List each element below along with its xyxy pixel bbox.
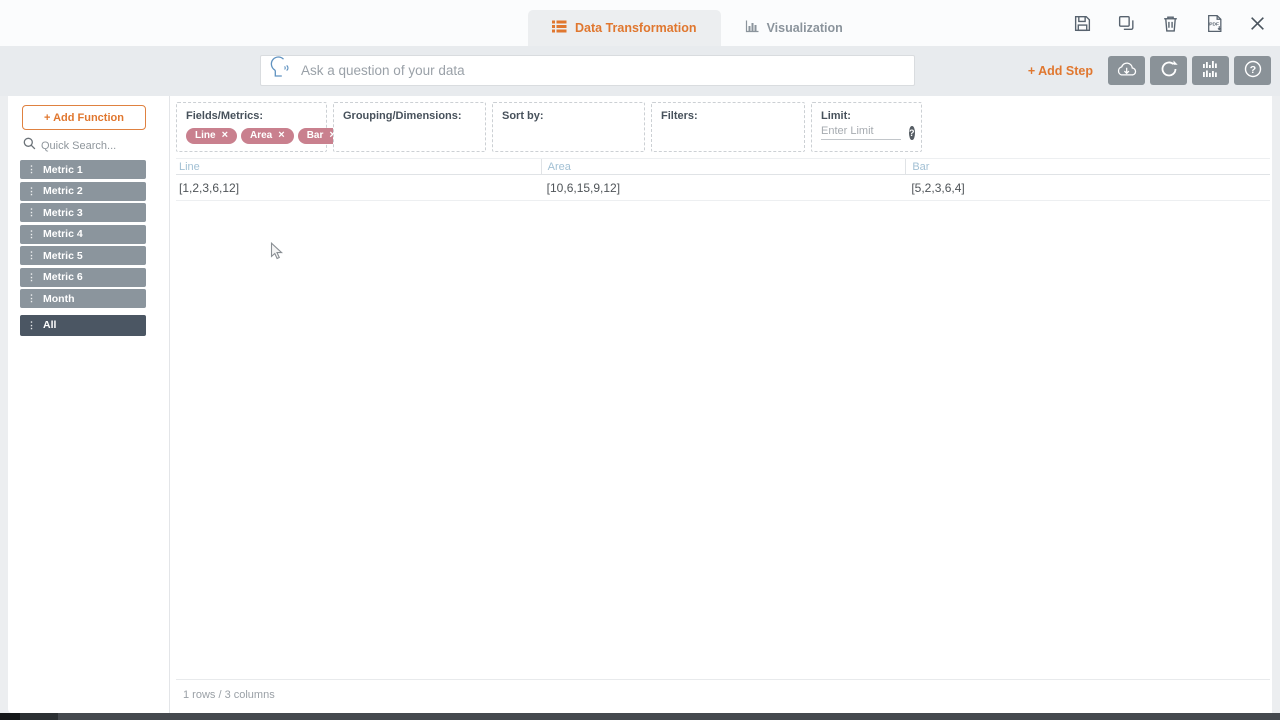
histogram-icon <box>1201 60 1221 81</box>
limit-box: Limit: ? <box>811 102 922 152</box>
remove-pill-icon[interactable]: × <box>222 130 228 141</box>
voice-search-icon <box>269 56 295 85</box>
app-window: Data Transformation Visualization PDF As… <box>0 0 1280 720</box>
cell-area: [10,6,15,9,12] <box>546 180 621 195</box>
table-grid-icon <box>552 20 567 36</box>
grouping-label: Grouping/Dimensions: <box>343 110 462 122</box>
drag-grip-icon: ⋮ <box>27 250 36 260</box>
field-item-metric-4[interactable]: ⋮ Metric 4 <box>20 224 146 244</box>
svg-text:PDF: PDF <box>1209 22 1219 28</box>
add-step-button[interactable]: + Add Step <box>1028 64 1093 78</box>
field-label: Metric 3 <box>43 206 83 219</box>
field-item-metric-1[interactable]: ⋮ Metric 1 <box>20 160 146 179</box>
grouping-dropzone[interactable]: Grouping/Dimensions: <box>333 102 486 152</box>
search-icon <box>23 137 36 155</box>
help-icon: ? <box>1243 59 1263 82</box>
download-button[interactable] <box>1108 56 1145 85</box>
refresh-button[interactable] <box>1150 56 1187 85</box>
field-label: Metric 5 <box>43 249 83 262</box>
filters-label: Filters: <box>661 110 698 122</box>
tab-label: Data Transformation <box>575 21 697 35</box>
filters-dropzone[interactable]: Filters: <box>651 102 805 152</box>
sidebar: + Add Function ⋮ Metric 1 ⋮ Metric 2 ⋮ Metr… <box>8 96 170 713</box>
field-item-metric-2[interactable]: ⋮ Metric 2 <box>20 181 146 201</box>
bottom-edge-strip <box>0 713 1280 720</box>
pill-line[interactable]: Line × <box>186 128 237 144</box>
title-bar: Data Transformation Visualization PDF <box>0 0 1280 46</box>
drag-grip-icon: ⋮ <box>27 185 36 196</box>
drag-grip-icon: ⋮ <box>27 319 36 330</box>
field-item-metric-3[interactable]: ⋮ Metric 3 <box>20 203 146 222</box>
cloud-download-icon <box>1115 60 1138 82</box>
field-item-metric-6[interactable]: ⋮ Metric 6 <box>20 267 146 287</box>
limit-label: Limit: <box>821 110 851 122</box>
close-icon[interactable] <box>1249 15 1266 32</box>
pill-area[interactable]: Area × <box>241 128 294 144</box>
histogram-button[interactable] <box>1192 56 1229 85</box>
add-function-button[interactable]: + Add Function <box>22 105 146 130</box>
sort-by-dropzone[interactable]: Sort by: <box>492 102 645 152</box>
pill-label: Area <box>250 130 273 141</box>
drag-grip-icon: ⋮ <box>27 228 36 239</box>
toolbar: + Add Step ? <box>0 46 1280 96</box>
field-list: ⋮ Metric 1 ⋮ Metric 2 ⋮ Metric 3 ⋮ Metric 4 … <box>20 160 146 336</box>
help-button[interactable]: ? <box>1234 56 1271 85</box>
drag-grip-icon: ⋮ <box>27 164 36 174</box>
cell-bar: [5,2,3,6,4] <box>911 180 965 195</box>
toolbar-actions: + Add Step ? <box>1028 56 1271 85</box>
pill-label: Bar <box>306 130 324 141</box>
metric-pills: Line × Area × Bar × <box>186 128 345 144</box>
remove-pill-icon[interactable]: × <box>278 130 284 141</box>
results-table: Line Area Bar [1,2,3,6,12] [10,6,15,9,12… <box>176 158 1270 201</box>
export-pdf-icon[interactable]: PDF <box>1205 14 1224 33</box>
field-label: Metric 1 <box>43 163 83 176</box>
trash-icon[interactable] <box>1161 14 1180 33</box>
field-item-all[interactable]: ⋮ All <box>20 314 146 336</box>
table-status: 1 rows / 3 columns <box>176 679 1270 713</box>
column-header-area[interactable]: Area <box>540 159 906 174</box>
field-label: Metric 2 <box>43 185 83 197</box>
field-label: Metric 6 <box>43 271 83 283</box>
field-label: Metric 4 <box>43 228 83 240</box>
limit-input[interactable] <box>821 125 901 140</box>
quick-search-input[interactable] <box>41 140 141 152</box>
column-header-line[interactable]: Line <box>176 159 541 174</box>
duplicate-icon[interactable] <box>1117 14 1136 33</box>
field-label: Month <box>43 292 75 305</box>
bar-chart-icon <box>745 20 759 36</box>
field-item-metric-5[interactable]: ⋮ Metric 5 <box>20 246 146 265</box>
tab-label: Visualization <box>766 21 843 35</box>
main-tabs: Data Transformation Visualization <box>528 10 867 46</box>
search-input[interactable] <box>301 63 906 78</box>
query-builder: Fields/Metrics: Line × Area × Bar × Groupin… <box>176 102 922 152</box>
tab-data-transformation[interactable]: Data Transformation <box>528 10 721 46</box>
refresh-icon <box>1159 59 1179 82</box>
window-actions: PDF <box>1073 14 1266 33</box>
cell-line: [1,2,3,6,12] <box>179 180 240 195</box>
quick-search[interactable] <box>23 137 141 155</box>
ask-question-box[interactable] <box>260 55 915 86</box>
limit-help-icon[interactable]: ? <box>909 125 915 140</box>
field-label: All <box>43 319 57 331</box>
drag-grip-icon: ⋮ <box>27 271 36 282</box>
save-icon[interactable] <box>1073 14 1092 33</box>
fields-metrics-dropzone[interactable]: Fields/Metrics: Line × Area × Bar × <box>176 102 345 152</box>
tab-visualization[interactable]: Visualization <box>721 10 867 46</box>
fields-metrics-label: Fields/Metrics: <box>186 110 264 122</box>
column-header-bar[interactable]: Bar <box>905 159 1270 174</box>
table-header-row: Line Area Bar <box>176 158 1270 175</box>
svg-text:?: ? <box>1249 64 1255 76</box>
table-row: [1,2,3,6,12] [10,6,15,9,12] [5,2,3,6,4] <box>176 175 1270 201</box>
sort-by-label: Sort by: <box>502 110 544 122</box>
field-item-month[interactable]: ⋮ Month <box>20 289 146 308</box>
drag-grip-icon: ⋮ <box>27 293 36 303</box>
pill-label: Line <box>195 130 216 141</box>
drag-grip-icon: ⋮ <box>27 207 36 217</box>
main-panel: Fields/Metrics: Line × Area × Bar × Groupin… <box>170 96 1272 713</box>
